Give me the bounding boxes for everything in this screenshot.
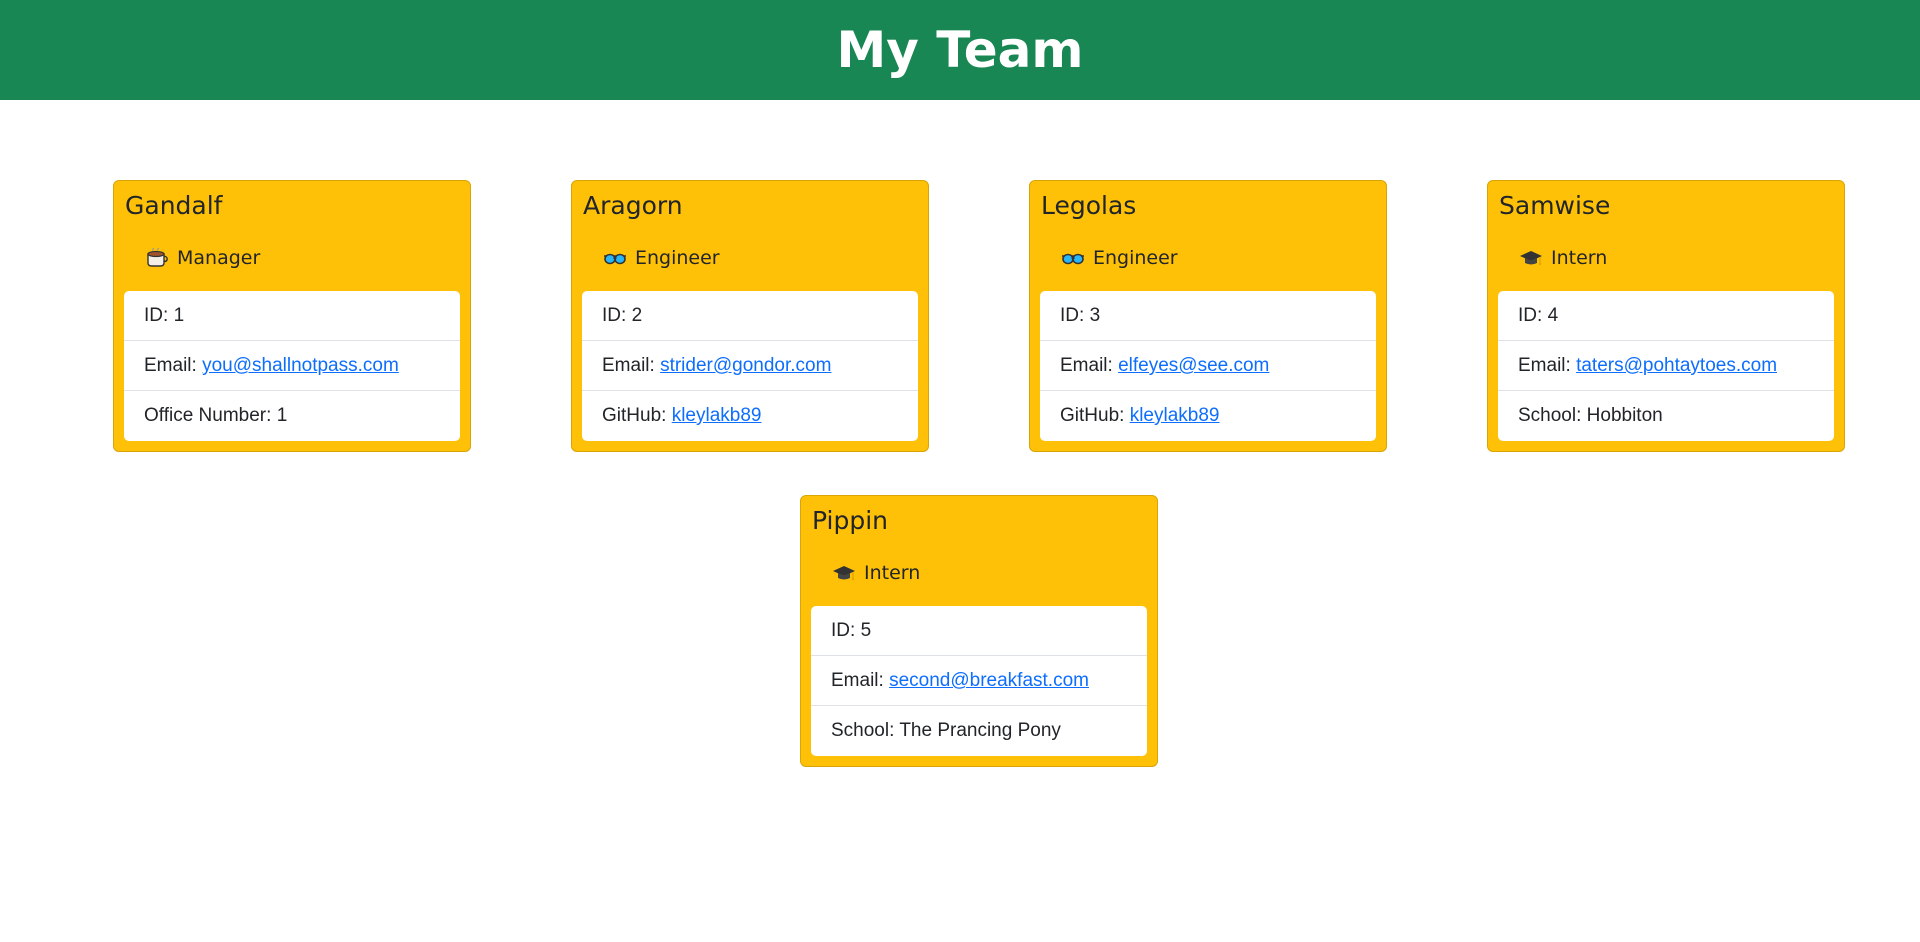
- id-label: ID:: [1518, 305, 1543, 326]
- page-title: My Team: [836, 21, 1084, 79]
- id-row: ID: 1: [124, 291, 460, 341]
- role-label: Intern: [1551, 247, 1608, 269]
- employee-card-samwise: Samwise Intern ID: 4 Email: taters@pohta…: [1487, 180, 1845, 452]
- role-label: Engineer: [1093, 247, 1178, 269]
- role-label: Intern: [864, 562, 921, 584]
- email-row: Email: strider@gondor.com: [582, 341, 918, 391]
- email-label: Email:: [1518, 355, 1571, 376]
- role-label: Engineer: [635, 247, 720, 269]
- employee-details-list: ID: 5 Email: second@breakfast.com School…: [811, 606, 1147, 756]
- id-value: 3: [1089, 305, 1101, 326]
- employee-role: Engineer: [1061, 247, 1178, 269]
- id-row: ID: 3: [1040, 291, 1376, 341]
- page-header: My Team: [0, 0, 1920, 100]
- employee-role: Engineer: [603, 247, 720, 269]
- email-row: Email: you@shallnotpass.com: [124, 341, 460, 391]
- email-row: Email: elfeyes@see.com: [1040, 341, 1376, 391]
- github-row: GitHub: kleylakb89: [582, 391, 918, 441]
- id-label: ID:: [831, 620, 856, 641]
- employee-details-list: ID: 2 Email: strider@gondor.com GitHub: …: [582, 291, 918, 441]
- email-label: Email:: [831, 670, 884, 691]
- id-row: ID: 5: [811, 606, 1147, 656]
- id-value: 1: [173, 305, 185, 326]
- employee-details-list: ID: 4 Email: taters@pohtaytoes.com Schoo…: [1498, 291, 1834, 441]
- graduation-cap-icon: [1519, 248, 1543, 268]
- email-link[interactable]: second@breakfast.com: [889, 670, 1089, 691]
- goggles-icon: [1061, 248, 1085, 268]
- employee-card-legolas: Legolas Engineer ID: 3 Email: elfeyes@se…: [1029, 180, 1387, 452]
- email-link[interactable]: elfeyes@see.com: [1118, 355, 1269, 376]
- github-row: GitHub: kleylakb89: [1040, 391, 1376, 441]
- goggles-icon: [603, 248, 627, 268]
- id-row: ID: 2: [582, 291, 918, 341]
- email-row: Email: second@breakfast.com: [811, 656, 1147, 706]
- school-value: The Prancing Pony: [899, 720, 1061, 741]
- office-number-row: Office Number: 1: [124, 391, 460, 441]
- office-number-label: Office Number:: [144, 405, 272, 426]
- email-link[interactable]: you@shallnotpass.com: [202, 355, 399, 376]
- id-label: ID:: [602, 305, 627, 326]
- school-row: School: The Prancing Pony: [811, 706, 1147, 756]
- id-row: ID: 4: [1498, 291, 1834, 341]
- github-link[interactable]: kleylakb89: [1130, 405, 1220, 426]
- employee-role: Intern: [1519, 247, 1607, 269]
- id-value: 5: [860, 620, 872, 641]
- email-label: Email:: [1060, 355, 1113, 376]
- employee-card-aragorn: Aragorn Engineer ID: 2 Email: strider@go…: [571, 180, 929, 452]
- employee-name: Pippin: [812, 506, 889, 535]
- school-value: Hobbiton: [1586, 405, 1663, 426]
- employee-name: Samwise: [1499, 191, 1611, 220]
- employee-details-list: ID: 1 Email: you@shallnotpass.com Office…: [124, 291, 460, 441]
- school-row: School: Hobbiton: [1498, 391, 1834, 441]
- github-label: GitHub:: [1060, 405, 1125, 426]
- employee-role: Intern: [832, 562, 920, 584]
- id-label: ID:: [144, 305, 169, 326]
- id-value: 2: [631, 305, 643, 326]
- email-row: Email: taters@pohtaytoes.com: [1498, 341, 1834, 391]
- role-label: Manager: [177, 247, 261, 269]
- employee-details-list: ID: 3 Email: elfeyes@see.com GitHub: kle…: [1040, 291, 1376, 441]
- id-label: ID:: [1060, 305, 1085, 326]
- employee-name: Gandalf: [125, 191, 223, 220]
- employee-role: Manager: [145, 247, 260, 269]
- office-number-value: 1: [276, 405, 288, 426]
- employee-card-gandalf: Gandalf Manager ID: 1 Email: you@shallno…: [113, 180, 471, 452]
- email-label: Email:: [602, 355, 655, 376]
- employee-name: Legolas: [1041, 191, 1137, 220]
- email-link[interactable]: strider@gondor.com: [660, 355, 831, 376]
- graduation-cap-icon: [832, 563, 856, 583]
- school-label: School:: [1518, 405, 1582, 426]
- employee-card-pippin: Pippin Intern ID: 5 Email: second@breakf…: [800, 495, 1158, 767]
- email-link[interactable]: taters@pohtaytoes.com: [1576, 355, 1777, 376]
- coffee-mug-icon: [145, 247, 169, 268]
- github-label: GitHub:: [602, 405, 667, 426]
- id-value: 4: [1547, 305, 1559, 326]
- employee-name: Aragorn: [583, 191, 683, 220]
- github-link[interactable]: kleylakb89: [672, 405, 762, 426]
- email-label: Email:: [144, 355, 197, 376]
- school-label: School:: [831, 720, 895, 741]
